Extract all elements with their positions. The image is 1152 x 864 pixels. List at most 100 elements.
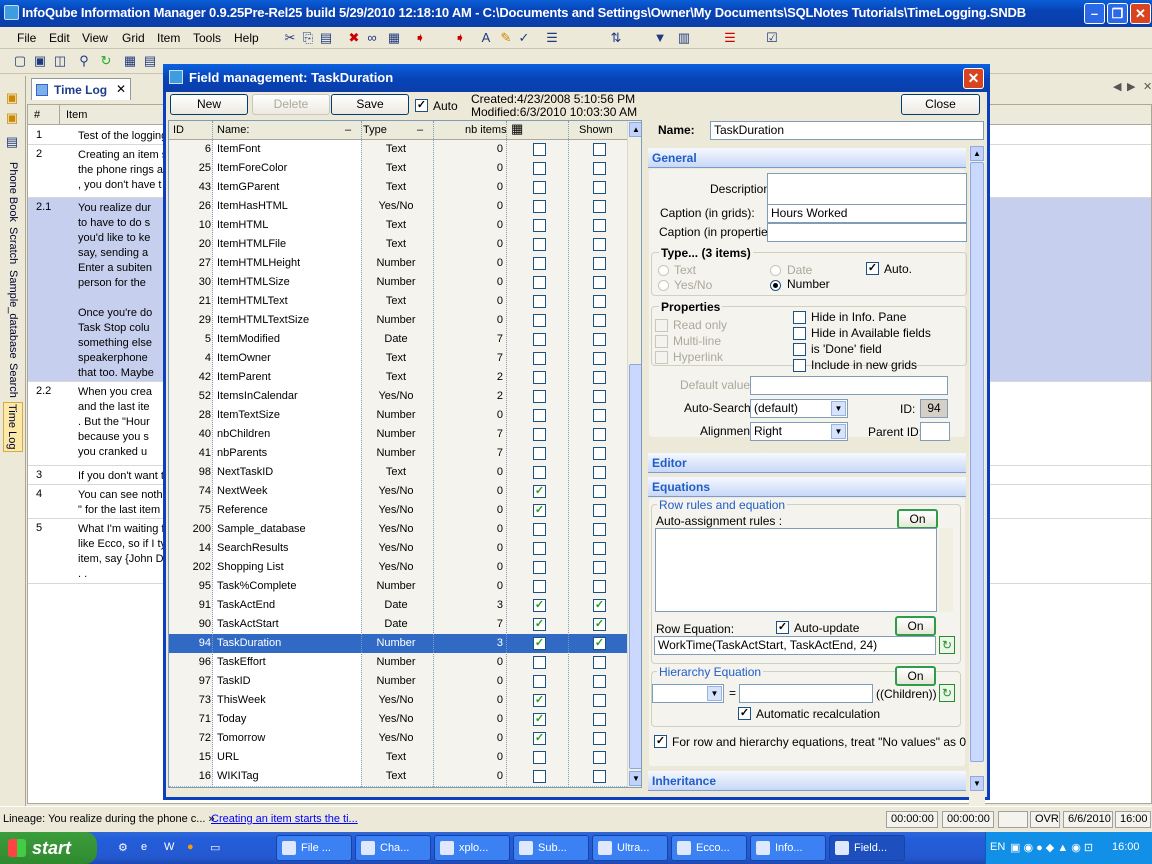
indent-icon[interactable]: ➧ <box>412 30 428 46</box>
auto-assign-checkbox[interactable]: ✓ <box>533 713 546 726</box>
name-field[interactable]: TaskDuration <box>710 121 984 140</box>
taskbar-button[interactable]: Field... <box>829 835 905 861</box>
equations-section-header[interactable]: Equations <box>648 477 966 497</box>
auto-assign-checkbox[interactable] <box>533 295 546 308</box>
scroll-down-icon[interactable]: ▼ <box>629 771 641 786</box>
caption-props-field[interactable] <box>767 223 967 242</box>
field-row[interactable]: 90 TaskActStart Date 7 ✓ ✓ <box>169 615 627 634</box>
menu-tools[interactable]: Tools <box>193 31 221 45</box>
field-row[interactable]: 15 URL Text 0 <box>169 748 627 767</box>
shown-checkbox[interactable] <box>593 542 606 555</box>
paste-icon[interactable]: ▤ <box>318 30 334 46</box>
auto-assign-checkbox[interactable] <box>533 409 546 422</box>
auto-assign-checkbox[interactable]: ✓ <box>533 637 546 650</box>
column-header-id[interactable]: ID <box>173 124 184 136</box>
taskbar-button[interactable]: Ultra... <box>592 835 668 861</box>
tab-close-all-icon[interactable]: ✕ <box>1143 80 1152 93</box>
auto-assign-checkbox[interactable] <box>533 580 546 593</box>
shown-checkbox[interactable] <box>593 276 606 289</box>
taskbar-button[interactable]: Info... <box>750 835 826 861</box>
shown-checkbox[interactable] <box>593 713 606 726</box>
chevron-down-icon[interactable]: ▼ <box>831 401 846 416</box>
default-value-field[interactable] <box>750 376 948 395</box>
auto-assign-checkbox[interactable] <box>533 200 546 213</box>
field-row[interactable]: 6 ItemFont Text 0 <box>169 140 627 159</box>
font-icon[interactable]: A <box>478 30 494 46</box>
taskbar-button[interactable]: Ecco... <box>671 835 747 861</box>
calendar-column-icon[interactable]: ▦ <box>511 121 523 137</box>
row-equation-field[interactable]: WorkTime(TaskActStart, TaskActEnd, 24) <box>654 636 936 655</box>
toggle-pane-icon[interactable]: ◫ <box>52 53 68 69</box>
highlight-icon[interactable]: ✎ <box>498 30 514 46</box>
save-button[interactable]: Save <box>331 94 409 115</box>
auto-assign-checkbox[interactable] <box>533 238 546 251</box>
auto-assign-checkbox[interactable] <box>533 219 546 232</box>
shown-checkbox[interactable]: ✓ <box>593 637 606 650</box>
field-row[interactable]: 200 Sample_database Yes/No 0 <box>169 520 627 539</box>
shown-checkbox[interactable]: ✓ <box>593 599 606 612</box>
type-date-radio[interactable] <box>770 265 781 276</box>
new-grid-icon[interactable]: ▣ <box>4 90 20 106</box>
auto-assign-on-button[interactable]: On <box>897 509 938 529</box>
auto-assign-checkbox[interactable]: ✓ <box>533 732 546 745</box>
menu-item[interactable]: Item <box>157 31 180 45</box>
shown-checkbox[interactable] <box>593 257 606 270</box>
caption-grids-field[interactable]: Hours Worked <box>767 204 967 223</box>
auto-assign-checkbox[interactable] <box>533 276 546 289</box>
type-number-radio[interactable] <box>770 280 781 291</box>
new-doc-icon[interactable]: ▢ <box>12 53 28 69</box>
auto-assign-checkbox[interactable] <box>533 390 546 403</box>
type-yesno-radio[interactable] <box>658 280 669 291</box>
word-icon[interactable]: W <box>164 841 174 853</box>
shown-checkbox[interactable] <box>593 295 606 308</box>
left-tab-time-log[interactable]: Time Log <box>3 402 23 452</box>
type-filter-icon[interactable]: – <box>417 124 423 136</box>
field-row[interactable]: 16 WIKITag Text 0 <box>169 767 627 786</box>
no-values-checkbox[interactable]: ✓ <box>654 735 667 748</box>
print-preview-icon[interactable]: ▣ <box>32 53 48 69</box>
parent-id-field[interactable] <box>920 422 950 441</box>
auto-assign-checkbox[interactable] <box>533 751 546 764</box>
auto-assign-checkbox[interactable]: ✓ <box>533 599 546 612</box>
auto-assign-checkbox[interactable]: ✓ <box>533 485 546 498</box>
auto-assign-checkbox[interactable] <box>533 314 546 327</box>
auto-assign-checkbox[interactable] <box>533 143 546 156</box>
shown-checkbox[interactable] <box>593 162 606 175</box>
left-tab-search[interactable]: Search <box>3 362 23 398</box>
ie-icon[interactable]: e <box>141 841 147 853</box>
start-button[interactable]: start <box>0 832 97 864</box>
field-row[interactable]: 95 Task%Complete Number 0 <box>169 577 627 596</box>
link-icon[interactable]: ∞ <box>364 30 380 46</box>
field-row[interactable]: 52 ItemsInCalendar Yes/No 2 <box>169 387 627 406</box>
menu-edit[interactable]: Edit <box>49 31 70 45</box>
taskbar-button[interactable]: Cha... <box>355 835 431 861</box>
close-icon[interactable]: ✕ <box>1130 3 1151 24</box>
column-header-type[interactable]: Type <box>363 124 387 136</box>
sort-az-icon[interactable]: ⇅ <box>608 30 624 46</box>
fields-grid-scrollbar[interactable]: ▲ ▼ <box>627 121 641 787</box>
field-row[interactable]: 10 ItemHTML Text 0 <box>169 216 627 235</box>
is-done-checkbox[interactable] <box>793 343 806 356</box>
shown-checkbox[interactable] <box>593 371 606 384</box>
tab-time-log[interactable]: Time Log ✕ <box>31 78 131 100</box>
auto-assign-checkbox[interactable] <box>533 675 546 688</box>
hierarchy-recalculate-icon[interactable]: ↻ <box>939 684 955 702</box>
shown-checkbox[interactable] <box>593 485 606 498</box>
shown-checkbox[interactable] <box>593 352 606 365</box>
taskbar-button[interactable]: xplo... <box>434 835 510 861</box>
folder-icon[interactable]: ▭ <box>210 841 220 854</box>
scroll-up-icon[interactable]: ▲ <box>629 122 641 137</box>
shown-checkbox[interactable] <box>593 200 606 213</box>
shown-checkbox[interactable] <box>593 580 606 593</box>
columns-icon[interactable]: ▥ <box>676 30 692 46</box>
field-row[interactable]: 41 nbParents Number 7 <box>169 444 627 463</box>
field-row[interactable]: 28 ItemTextSize Number 0 <box>169 406 627 425</box>
shown-checkbox[interactable] <box>593 238 606 251</box>
delete-button[interactable]: Delete <box>252 94 330 115</box>
column-header-name[interactable]: Name: <box>217 124 249 136</box>
refresh-icon[interactable]: ↻ <box>98 53 114 69</box>
field-row[interactable]: 26 ItemHasHTML Yes/No 0 <box>169 197 627 216</box>
recalculate-icon[interactable]: ↻ <box>939 636 955 654</box>
chevron-down-icon[interactable]: ▼ <box>707 686 722 701</box>
calendar-icon[interactable]: ▦ <box>386 30 402 46</box>
